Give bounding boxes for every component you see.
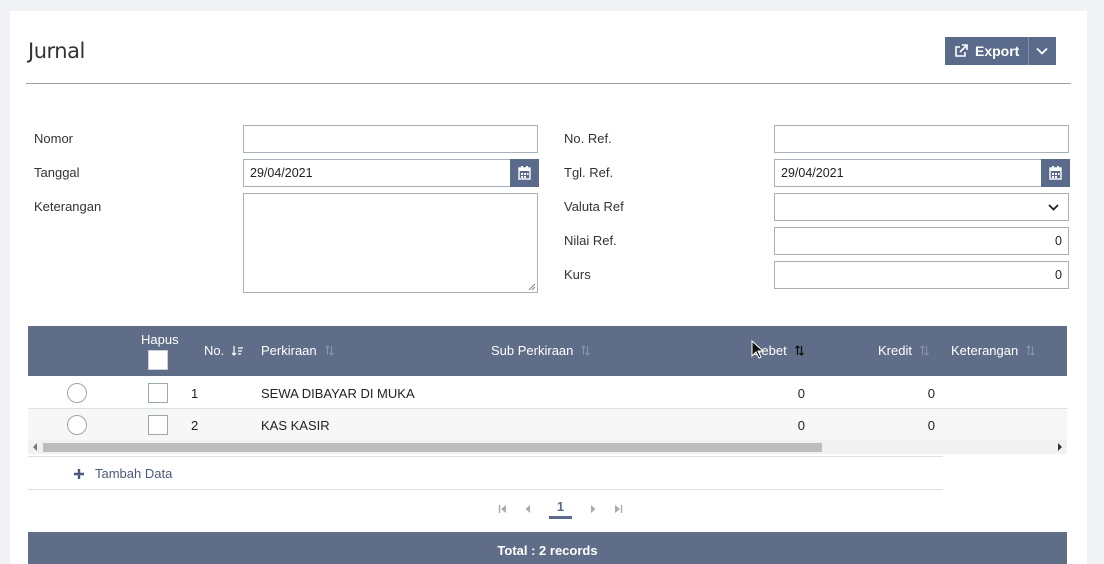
cell-kredit[interactable]: 0 bbox=[858, 418, 935, 433]
column-header-keterangan[interactable]: Keterangan bbox=[951, 343, 1036, 358]
nilai-ref-label: Nilai Ref. bbox=[564, 233, 617, 248]
column-header-sub-perkiraan[interactable]: Sub Perkiraan bbox=[491, 343, 591, 358]
tanggal-calendar-button[interactable] bbox=[510, 159, 539, 187]
chevron-down-icon bbox=[1048, 204, 1059, 211]
cell-kredit[interactable]: 0 bbox=[858, 386, 935, 401]
column-header-keterangan-label: Keterangan bbox=[951, 343, 1019, 358]
keterangan-textarea[interactable] bbox=[243, 193, 538, 293]
sort-icon bbox=[920, 345, 929, 356]
last-page-icon[interactable] bbox=[613, 504, 623, 514]
plus-icon bbox=[74, 468, 84, 479]
column-header-perkiraan-label: Perkiraan bbox=[261, 343, 317, 358]
add-data-label: Tambah Data bbox=[95, 466, 173, 481]
no-ref-input[interactable] bbox=[774, 125, 1069, 153]
previous-page-icon[interactable] bbox=[523, 504, 533, 514]
tanggal-input[interactable]: 29/04/2021 bbox=[243, 159, 511, 187]
chevron-down-icon[interactable] bbox=[1035, 44, 1049, 58]
mouse-cursor-icon bbox=[751, 340, 765, 359]
cell-no: 1 bbox=[191, 386, 199, 401]
main-panel: Jurnal Export Nomor Tanggal 29/04/2021 K… bbox=[10, 11, 1087, 564]
kurs-label: Kurs bbox=[564, 267, 591, 282]
row-select-radio[interactable] bbox=[67, 383, 87, 403]
column-header-no[interactable]: No. bbox=[204, 343, 244, 358]
tgl-ref-input[interactable]: 29/04/2021 bbox=[774, 159, 1042, 187]
current-page[interactable]: 1 bbox=[548, 499, 573, 519]
valuta-ref-label: Valuta Ref bbox=[564, 199, 624, 214]
total-records-label: Total : 2 records bbox=[497, 542, 598, 558]
sort-icon bbox=[794, 345, 804, 356]
tanggal-label: Tanggal bbox=[34, 165, 80, 180]
row-select-radio[interactable] bbox=[67, 415, 87, 435]
column-header-hapus: Hapus bbox=[141, 332, 179, 347]
footer-button[interactable] bbox=[942, 558, 1067, 564]
export-separator bbox=[1028, 37, 1029, 65]
cell-perkiraan[interactable]: KAS KASIR bbox=[261, 418, 330, 433]
scrollbar-thumb[interactable] bbox=[43, 443, 822, 452]
column-header-kredit-label: Kredit bbox=[878, 343, 912, 358]
nomor-label: Nomor bbox=[34, 131, 74, 146]
add-data-row: Tambah Data bbox=[28, 456, 943, 490]
add-data-button[interactable]: Tambah Data bbox=[73, 466, 172, 481]
title-divider bbox=[26, 83, 1071, 84]
row-delete-checkbox[interactable] bbox=[148, 415, 168, 435]
nomor-input[interactable] bbox=[243, 125, 538, 153]
horizontal-scrollbar[interactable] bbox=[28, 440, 1067, 454]
table-row[interactable]: 2 KAS KASIR 0 0 bbox=[28, 409, 1067, 441]
tgl-ref-label: Tgl. Ref. bbox=[564, 165, 614, 180]
valuta-ref-select[interactable] bbox=[774, 193, 1069, 221]
row-delete-checkbox[interactable] bbox=[148, 383, 168, 403]
external-link-icon bbox=[955, 44, 968, 57]
column-header-perkiraan[interactable]: Perkiraan bbox=[261, 343, 334, 358]
first-page-icon[interactable] bbox=[498, 504, 508, 514]
cell-debet[interactable]: 0 bbox=[728, 386, 805, 401]
sort-ascending-icon bbox=[232, 346, 244, 356]
scroll-left-icon[interactable] bbox=[31, 443, 39, 451]
tgl-ref-calendar-button[interactable] bbox=[1041, 159, 1070, 187]
keterangan-label: Keterangan bbox=[34, 199, 102, 214]
resize-handle-icon[interactable] bbox=[528, 283, 536, 291]
cell-perkiraan[interactable]: SEWA DIBAYAR DI MUKA bbox=[261, 386, 415, 401]
pagination: 1 bbox=[498, 496, 623, 522]
calendar-icon bbox=[1049, 166, 1062, 180]
no-ref-label: No. Ref. bbox=[564, 131, 612, 146]
grid-header: Hapus No. Perkiraan Sub Perkiraan Debet bbox=[28, 326, 1067, 376]
column-header-sub-perkiraan-label: Sub Perkiraan bbox=[491, 343, 574, 358]
kurs-input[interactable]: 0 bbox=[774, 261, 1069, 289]
page-title: Jurnal bbox=[28, 39, 85, 63]
column-header-no-label: No. bbox=[204, 343, 225, 358]
cell-debet[interactable]: 0 bbox=[728, 418, 805, 433]
next-page-icon[interactable] bbox=[588, 504, 598, 514]
nilai-ref-input[interactable]: 0 bbox=[774, 227, 1069, 255]
table-row[interactable]: 1 SEWA DIBAYAR DI MUKA 0 0 bbox=[28, 377, 1067, 409]
scroll-right-icon[interactable] bbox=[1056, 443, 1064, 451]
export-label: Export bbox=[975, 43, 1020, 59]
sort-icon bbox=[1026, 345, 1036, 356]
total-records-bar: Total : 2 records bbox=[28, 532, 1067, 564]
sort-icon bbox=[581, 345, 591, 356]
cell-no: 2 bbox=[191, 418, 199, 433]
sort-icon bbox=[324, 345, 334, 356]
column-header-kredit[interactable]: Kredit bbox=[878, 343, 929, 358]
export-button[interactable]: Export bbox=[945, 37, 1056, 65]
select-all-checkbox[interactable] bbox=[148, 350, 168, 370]
calendar-icon bbox=[518, 166, 531, 180]
